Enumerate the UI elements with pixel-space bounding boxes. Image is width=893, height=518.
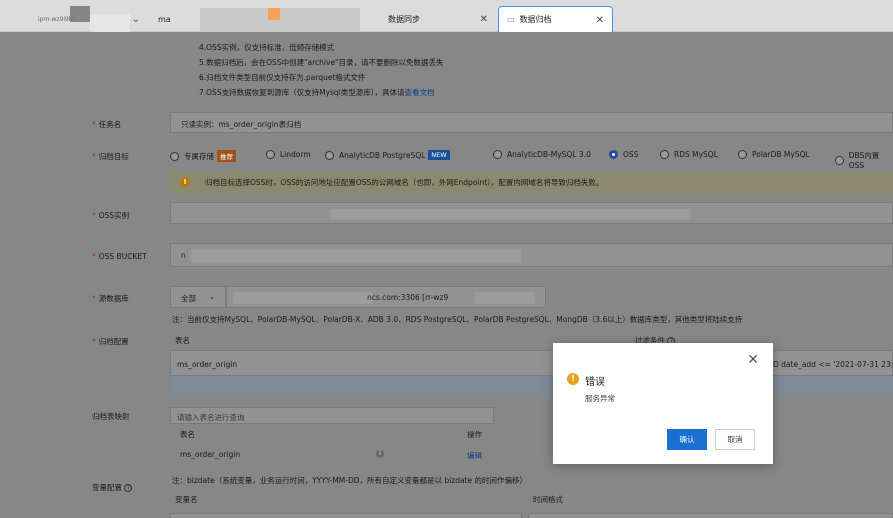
table-row-filter: D date_add <= '2021-07-31 23:59 [773,360,893,369]
radio-dedicated-storage[interactable]: 专属存储 推荐 [170,150,236,162]
radio-dbs-oss[interactable]: DBS内置OSS [835,150,893,170]
dialog-message: 服务异常 [585,394,615,403]
archive-table-row[interactable]: ms_order_origin D date_add <= '2021-07-3… [170,350,893,376]
radio-dot [325,150,334,160]
radio-dot [170,151,179,161]
radio-oss[interactable]: OSS [609,150,638,159]
task-name-value: 只读实例：ms_order_origin表归档 [181,120,302,129]
oss-instance-label: * OSS实例 [92,211,130,220]
radio-dot [493,150,502,159]
docs-link[interactable]: 查看文档 [405,88,435,97]
time-format-input[interactable] [528,513,893,518]
close-icon[interactable]: ✕ [480,14,488,25]
tab-label: 数据归档 [519,15,552,24]
redacted-block [90,14,130,32]
task-name-label: * 任务名 [92,120,122,129]
tab-data-sync[interactable]: 数据同步 ✕ [380,6,496,32]
close-icon[interactable]: ✕ [747,353,759,367]
source-db-label: * 源数据库 [92,294,129,303]
mapping-search-input[interactable]: 请输入表名进行查询 [170,407,494,424]
new-badge: NEW [428,150,450,160]
warning-icon: ! [180,177,190,187]
mapping-label: 归档表映射 [92,412,130,421]
task-name-input[interactable]: 只读实例：ms_order_origin表归档 [170,112,893,133]
info-icon[interactable]: i [376,450,384,458]
note-item: 4.OSS实例，仅支持标准、低频存储模式 [199,43,335,52]
oss-bucket-value: n [181,251,186,260]
oss-warning-banner: ! 归档目标选择OSS时，OSS的访问地址应配置OSS的公网域名（也即，外网En… [170,171,893,194]
archive-target-label: * 归档目标 [92,152,129,161]
source-db-note: 注：当前仅支持MySQL、PolarDB-MySQL、PolarDB-X、ADB… [172,315,743,324]
chevron-down-icon: ⌄ [209,292,216,301]
tab-label: 数据同步 [388,14,420,24]
source-db-value: ncs.com:3306 [rr-wz9 [367,293,449,302]
help-icon[interactable]: ? [124,484,133,492]
note-item: 6.归档文件类型目前仅支持存为.parquet格式文件 [199,73,366,82]
mapping-action-header: 操作 [467,430,482,439]
mapping-row-name: ms_order_origin [180,450,241,459]
source-db-select[interactable]: ncs.com:3306 [rr-wz9 [226,286,546,308]
note-item: 5.数据归档后，会在OSS中创建"archive"目录，请不要删除以免数据丢失 [199,58,444,67]
var-name-input[interactable] [170,513,522,518]
note-text: 7.OSS支持数据恢复到源库（仅支持Mysql类型源库），具体请 [199,88,405,97]
browser-tab-bar: ipm-wz9i9l0i ⌄ ma 数据同步 ✕ ▭ 数据归档 ✕ [0,0,893,32]
redacted-block [191,250,521,262]
radio-adb-mysql[interactable]: AnalyticDB-MySQL 3.0 [493,150,591,159]
confirm-button[interactable]: 确认 [667,429,707,450]
var-config-label: 变量配置 ? [92,482,133,493]
cancel-button[interactable]: 取消 [715,429,755,450]
radio-lindorm[interactable]: Lindorm [266,150,311,159]
warning-icon: ! [567,373,579,385]
radio-adb-postgresql[interactable]: AnalyticDB PostgreSQL NEW [325,150,450,160]
chevron-down-icon[interactable]: ⌄ [132,14,140,25]
table-name-header: 表名 [175,336,190,345]
add-row-strip[interactable] [170,376,893,396]
source-db-type-select[interactable]: 全部 ⌄ [170,286,226,308]
radio-dot [660,150,669,159]
radio-polardb-mysql[interactable]: PolarDB MySQL [738,150,810,159]
var-note: 注：bizdate（系统变量，业务运行时间，YYYY-MM-DD，所有自定义变量… [172,476,527,485]
radio-dot [266,150,275,159]
document-icon: ▭ [507,15,515,24]
warning-text: 归档目标选择OSS时，OSS的访问地址应配置OSS的公网域名（也即，外网Endp… [205,178,604,187]
mapping-edit-link[interactable]: 编辑 [467,450,482,461]
redacted-block [475,292,535,304]
time-format-header: 时间格式 [533,495,563,504]
archive-config-label: * 归档配置 [92,337,129,346]
redacted-block [70,6,90,22]
dialog-title: 错误 [585,377,605,388]
error-dialog: ✕ ! 错误 服务异常 确认 取消 [553,343,773,464]
table-row-name: ms_order_origin [177,360,238,369]
mapping-table-header: 表名 [180,430,195,439]
tab-data-archive[interactable]: ▭ 数据归档 ✕ [498,6,613,32]
radio-dot-selected [609,150,618,159]
redacted-block [331,209,691,219]
oss-bucket-label: * OSS BUCKET [92,252,147,261]
oss-instance-select[interactable] [170,202,893,224]
redacted-block [233,292,373,304]
source-db-type-value: 全部 [181,294,196,303]
note-item: 7.OSS支持数据恢复到源库（仅支持Mysql类型源库），具体请查看文档 [199,85,444,100]
redacted-block [268,8,280,20]
redacted-block [200,8,360,32]
close-icon[interactable]: ✕ [596,15,604,26]
tab-label: ma [158,14,171,24]
mapping-search-placeholder: 请输入表名进行查询 [177,413,245,422]
radio-rds-mysql[interactable]: RDS MySQL [660,150,718,159]
radio-dot [738,150,747,159]
radio-dot [835,155,844,165]
notes-list: 4.OSS实例，仅支持标准、低频存储模式 5.数据归档后，会在OSS中创建"ar… [199,40,444,100]
var-name-header: 变量名 [175,495,198,504]
recommend-badge: 推荐 [217,150,236,162]
oss-bucket-select[interactable]: n [170,243,893,267]
